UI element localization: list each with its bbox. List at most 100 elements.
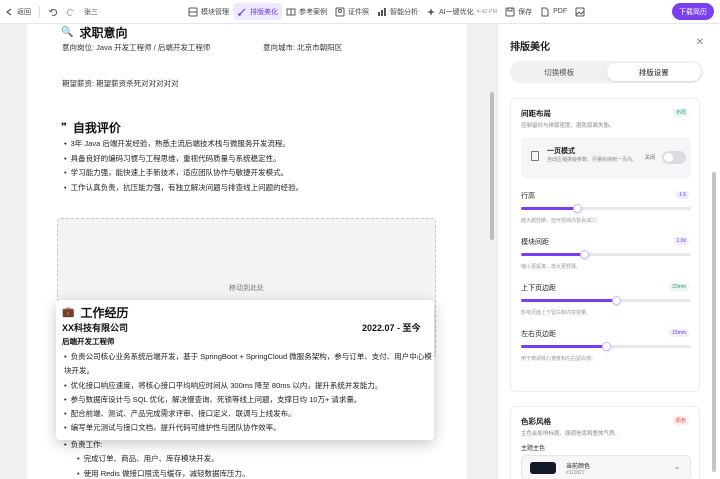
company-name[interactable]: XX科技有限公司 [62,323,128,334]
image-icon [335,7,345,16]
toolbar-ai-optimize[interactable]: AI一键优化 4:42 PM [422,0,501,24]
line-height-value: 1.5 [676,191,689,199]
list-item[interactable]: 负责公司核心业务系统后端开发，基于 SpringBoot + SpringClo… [64,350,432,379]
toolbar-reference-cases[interactable]: 参考案例 [282,0,331,24]
list-item[interactable]: 学习能力强，能快速上手新技术，适应团队协作与敏捷开发模式。 [64,166,303,181]
arrow-left-icon [6,8,12,15]
toolbar-save-label: 保存 [518,8,533,16]
redo-button[interactable] [62,0,80,24]
toolbar-image-export[interactable] [571,0,589,24]
current-color-hex: #111827 [566,470,585,476]
evaluation-title-text: 自我评价 [72,121,121,135]
intention-position[interactable]: 意向岗位: Java 开发工程师 / 后端开发工程师 [62,42,232,53]
time-label: 4:42 PM [476,8,498,15]
document-name[interactable]: 张三 [80,0,102,24]
list-item[interactable]: 使用 Redis 做接口限流与缓存，减轻数据库压力。 [77,467,250,479]
toolbar-smart-analysis-label: 智能分析 [390,8,418,16]
spacing-card-title: 间距布局 [521,109,551,118]
dragging-work-section[interactable]: 💼 工作经历 XX科技有限公司 2022.07 - 至今 后端开发工程师 负责公… [56,300,434,440]
slider-handle[interactable] [612,296,621,305]
spacing-layout-card: 间距布局 布局 控制留白与排版密度，避免版面失衡。 一页模式 自动压缩排版参数，… [510,98,700,392]
list-item[interactable]: 3年 Java 后端开发经验，熟悉主流后端技术栈与微服务开发流程。 [64,137,303,152]
toolbar-layout-beautify[interactable]: 排版美化 [233,3,282,20]
one-page-title: 一页模式 [547,148,575,155]
list-item[interactable]: 完成订单、商品、用户、库存模块开发。 [77,452,249,467]
vertical-margin-slider[interactable] [521,296,691,305]
intention-section-title: 🔍 求职意向 [61,24,127,41]
intention-title-text: 求职意向 [79,26,128,40]
line-height-label: 行高 [521,193,535,200]
evaluation-list: 3年 Java 后端开发经验，熟悉主流后端技术栈与微服务开发流程。 具备良好的编… [64,137,304,196]
dropzone-label: 移动到此处 [229,285,264,292]
spacing-card-desc: 控制留白与排版密度，避免版面失衡。 [521,123,615,129]
color-swatch [530,462,556,474]
module-spacing-label: 模块间距 [521,239,549,246]
toolbar-save[interactable]: 保存 [501,0,536,24]
briefcase-icon: 💼 [62,307,75,318]
toolbar-module-manage[interactable]: 模块管理 [184,0,233,24]
intention-salary[interactable]: 期望薪资: 期望薪资杀死对对对对对 [62,78,179,89]
undo-icon [48,8,58,16]
one-page-mode-box: 一页模式 自动压缩排版参数，尽量收纳到一页内。 关闭 [521,137,691,179]
list-item[interactable]: 负责工作: [64,438,103,453]
list-item[interactable]: 配合前端、测试、产品完成需求评审、接口定义、联调与上线发布。 [64,407,432,421]
spacing-badge: 布局 [672,108,689,117]
back-button[interactable]: 返回 [0,0,35,24]
toolbar-smart-analysis[interactable]: 智能分析 [373,0,422,24]
module-spacing-value: 1.0x [673,237,689,245]
panel-scrollbar[interactable] [712,172,716,472]
work-title-text: 工作经历 [80,306,129,320]
list-item[interactable]: 工作认真负责，抗压能力强，有独立解决问题与排查线上问题的经验。 [64,181,304,196]
color-style-card: 色彩风格 颜色 主色会影响标题、强调信息和整体气质。 主题主色 当前颜色 #11… [510,406,700,479]
document-name-label: 张三 [84,8,98,16]
search-icon: 🔍 [61,27,74,38]
redo-icon [66,8,74,16]
file-icon [541,7,549,16]
line-height-slider[interactable] [521,204,691,213]
slider-handle[interactable] [580,250,589,259]
toolbar-reference-cases-label: 参考案例 [299,8,327,16]
one-page-toggle[interactable] [662,151,686,164]
canvas-scrollbar[interactable] [490,92,494,240]
work-period[interactable]: 2022.07 - 至今 [362,323,421,334]
slider-handle[interactable] [573,204,582,213]
color-card-desc: 主色会影响标题、强调信息和整体气质。 [521,431,621,437]
quote-icon: ❞ [61,122,67,133]
theme-color-select[interactable]: 当前颜色 #111827 ⌄ [521,455,691,479]
job-role[interactable]: 后端开发工程师 [62,336,115,347]
chart-icon [378,7,386,16]
list-item[interactable]: 编写单元测试与接口文档，提升代码可维护性与团队协作效率。 [64,421,432,435]
toolbar-pdf[interactable]: PDF [536,0,571,24]
current-color-name: 当前颜色 [566,464,591,470]
tab-switch-template[interactable]: 切换模板 [512,63,607,81]
vertical-margin-label: 上下页边距 [521,285,556,292]
toolbar-ai-optimize-label: AI一键优化 [439,8,474,16]
list-item[interactable]: 参与数据库设计与 SQL 优化，解决慢查询、死锁等线上问题，支撑日均 10万+ … [64,393,432,407]
download-resume-button[interactable]: 下载简历 [672,3,714,20]
slider-fill [521,253,584,256]
tab-layout-settings[interactable]: 排版设置 [606,63,701,81]
chevron-down-icon: ⌄ [674,464,680,471]
layout-settings-panel: 排版美化 ✕ 切换模板 排版设置 间距布局 布局 控制留白与排版密度，避免版面失… [497,24,720,479]
sparkle-icon [427,7,435,16]
horizontal-margin-label: 左右页边距 [521,331,556,338]
intention-city[interactable]: 意向城市: 北京市朝阳区 [263,42,342,53]
close-icon[interactable]: ✕ [696,37,704,48]
line-height-hint: 越大越舒朗，但可容纳内容会减少。 [521,218,602,224]
work-duty-list: 负责公司核心业务系统后端开发，基于 SpringBoot + SpringClo… [64,350,432,436]
horizontal-margin-slider[interactable] [521,342,691,351]
list-item[interactable]: 具备良好的编码习惯与工程思维，重视代码质量与系统稳定性。 [64,152,303,167]
slider-handle[interactable] [602,342,611,351]
back-label: 返回 [17,8,31,16]
slider-fill [521,345,606,348]
undo-button[interactable] [44,0,62,24]
book-icon [286,8,296,15]
background-subtask-list: 完成订单、商品、用户、库存模块开发。 使用 Redis 做接口限流与缓存，减轻数… [77,452,250,479]
evaluation-section-title: ❞ 自我评价 [61,119,121,136]
theme-color-label: 主题主色 [521,446,546,452]
list-item[interactable]: 优化接口响应速度，将核心接口平均响应时间从 300ms 降至 80ms 以内，提… [64,379,432,393]
toolbar-id-photo[interactable]: 证件照 [331,0,373,24]
module-spacing-slider[interactable] [521,250,691,259]
toolbar-id-photo-label: 证件照 [348,8,369,16]
top-toolbar: 返回 张三 模块管理 排版美化 参考案例 证件照 智能分析 AI一键优化 4:4… [0,0,720,24]
